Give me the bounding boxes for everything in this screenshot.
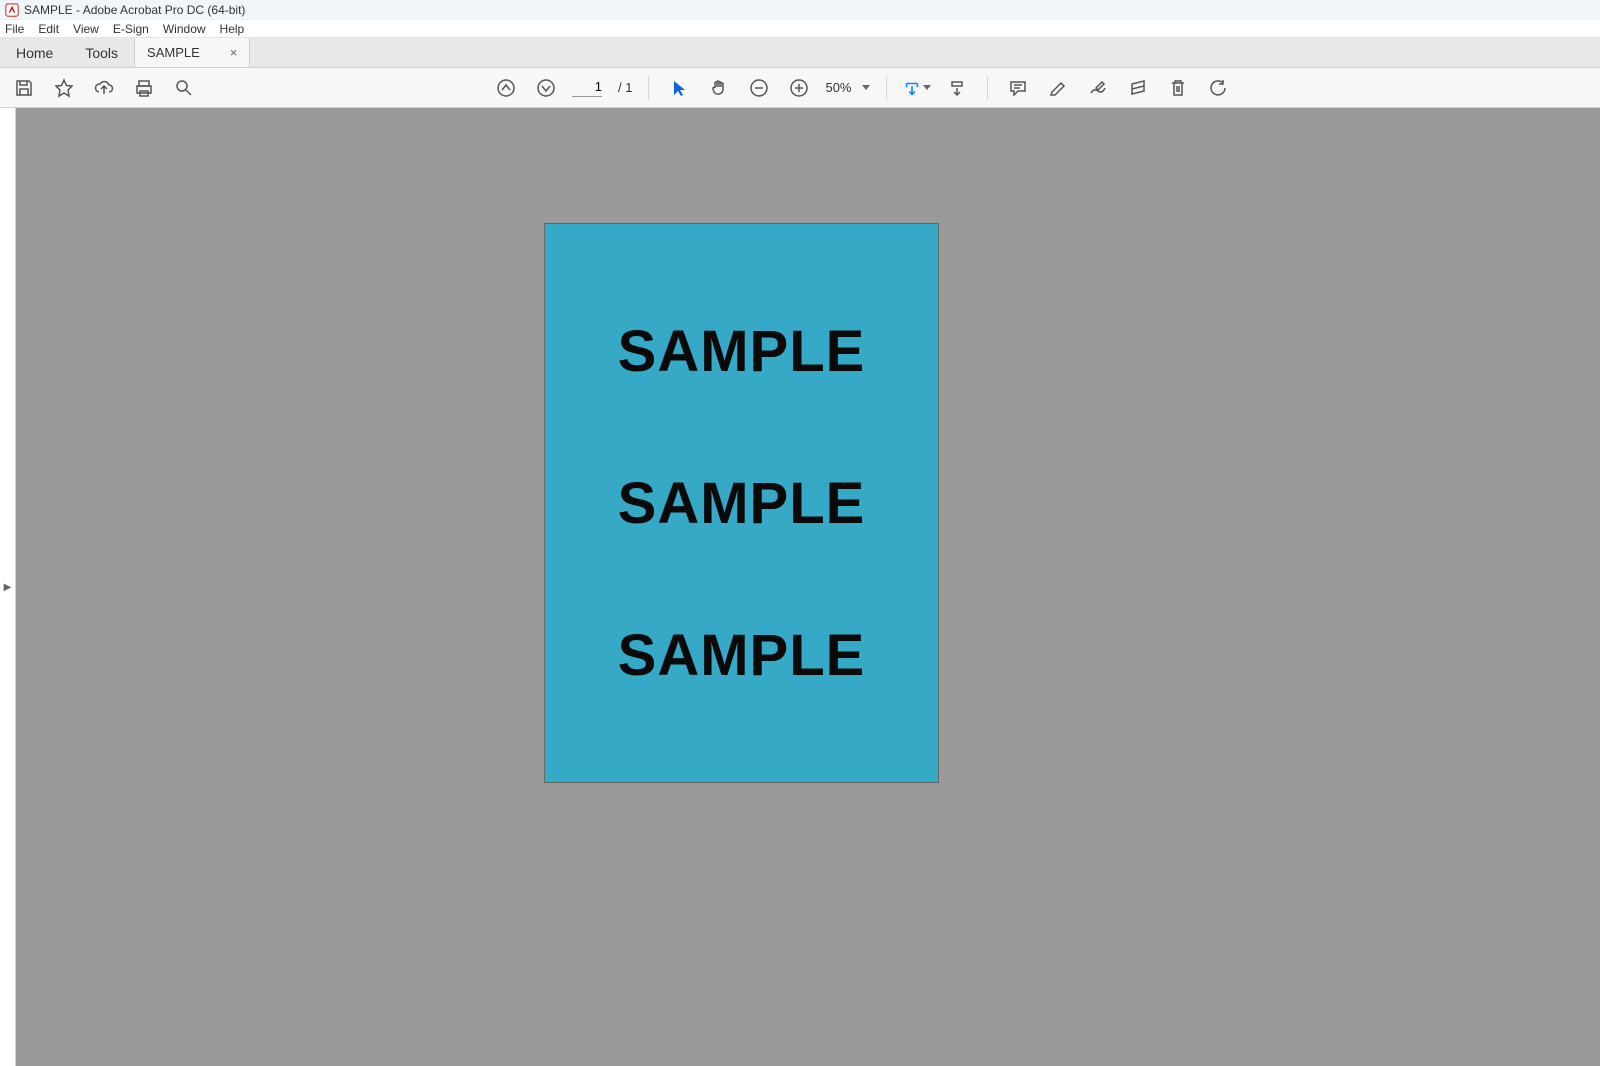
menu-file[interactable]: File [5, 22, 24, 36]
menu-bar: File Edit View E-Sign Window Help [0, 20, 1600, 38]
page-down-icon[interactable] [532, 74, 560, 102]
document-tab-label: SAMPLE [147, 45, 200, 60]
menu-window[interactable]: Window [163, 22, 206, 36]
page-text-line: SAMPLE [618, 622, 866, 689]
window-title: SAMPLE - Adobe Acrobat Pro DC (64-bit) [24, 3, 245, 17]
separator [987, 76, 988, 100]
stamp-icon[interactable] [1124, 74, 1152, 102]
page-up-icon[interactable] [492, 74, 520, 102]
scroll-mode-icon[interactable] [943, 74, 971, 102]
document-canvas[interactable]: SAMPLE SAMPLE SAMPLE [16, 108, 1600, 1066]
menu-esign[interactable]: E-Sign [113, 22, 149, 36]
find-zoom-icon[interactable] [170, 74, 198, 102]
selection-arrow-icon[interactable] [665, 74, 693, 102]
pdf-page: SAMPLE SAMPLE SAMPLE [544, 223, 939, 783]
page-total-label: / 1 [618, 80, 632, 95]
acrobat-app-icon [5, 3, 19, 17]
delete-icon[interactable] [1164, 74, 1192, 102]
zoom-level-select[interactable]: 50% [825, 80, 869, 95]
close-tab-icon[interactable]: × [230, 45, 238, 60]
page-number-input[interactable] [572, 79, 602, 97]
print-icon[interactable] [130, 74, 158, 102]
chevron-down-icon [923, 85, 931, 90]
fit-width-icon[interactable] [903, 74, 931, 102]
star-icon[interactable] [50, 74, 78, 102]
page-text-line: SAMPLE [618, 318, 866, 385]
sidebar-expand-handle[interactable]: ▶ [0, 108, 16, 1066]
title-bar: SAMPLE - Adobe Acrobat Pro DC (64-bit) [0, 0, 1600, 20]
draw-pen-icon[interactable] [1084, 74, 1112, 102]
zoom-in-icon[interactable] [785, 74, 813, 102]
hand-pan-icon[interactable] [705, 74, 733, 102]
menu-edit[interactable]: Edit [38, 22, 59, 36]
tab-home[interactable]: Home [0, 38, 69, 67]
menu-help[interactable]: Help [220, 22, 245, 36]
page-text-line: SAMPLE [618, 470, 866, 537]
separator [648, 76, 649, 100]
chevron-down-icon [862, 85, 870, 90]
cloud-upload-icon[interactable] [90, 74, 118, 102]
rotate-icon[interactable] [1204, 74, 1232, 102]
toolbar: / 1 50% [0, 68, 1600, 108]
tab-bar: Home Tools SAMPLE × [0, 38, 1600, 68]
document-viewport: ▶ SAMPLE SAMPLE SAMPLE [0, 108, 1600, 1066]
tab-document[interactable]: SAMPLE × [134, 38, 250, 67]
zoom-out-icon[interactable] [745, 74, 773, 102]
highlight-icon[interactable] [1044, 74, 1072, 102]
zoom-level-label: 50% [825, 80, 851, 95]
separator [886, 76, 887, 100]
save-icon[interactable] [10, 74, 38, 102]
menu-view[interactable]: View [73, 22, 99, 36]
chevron-right-icon: ▶ [4, 582, 12, 593]
comment-icon[interactable] [1004, 74, 1032, 102]
tab-tools[interactable]: Tools [69, 38, 134, 67]
